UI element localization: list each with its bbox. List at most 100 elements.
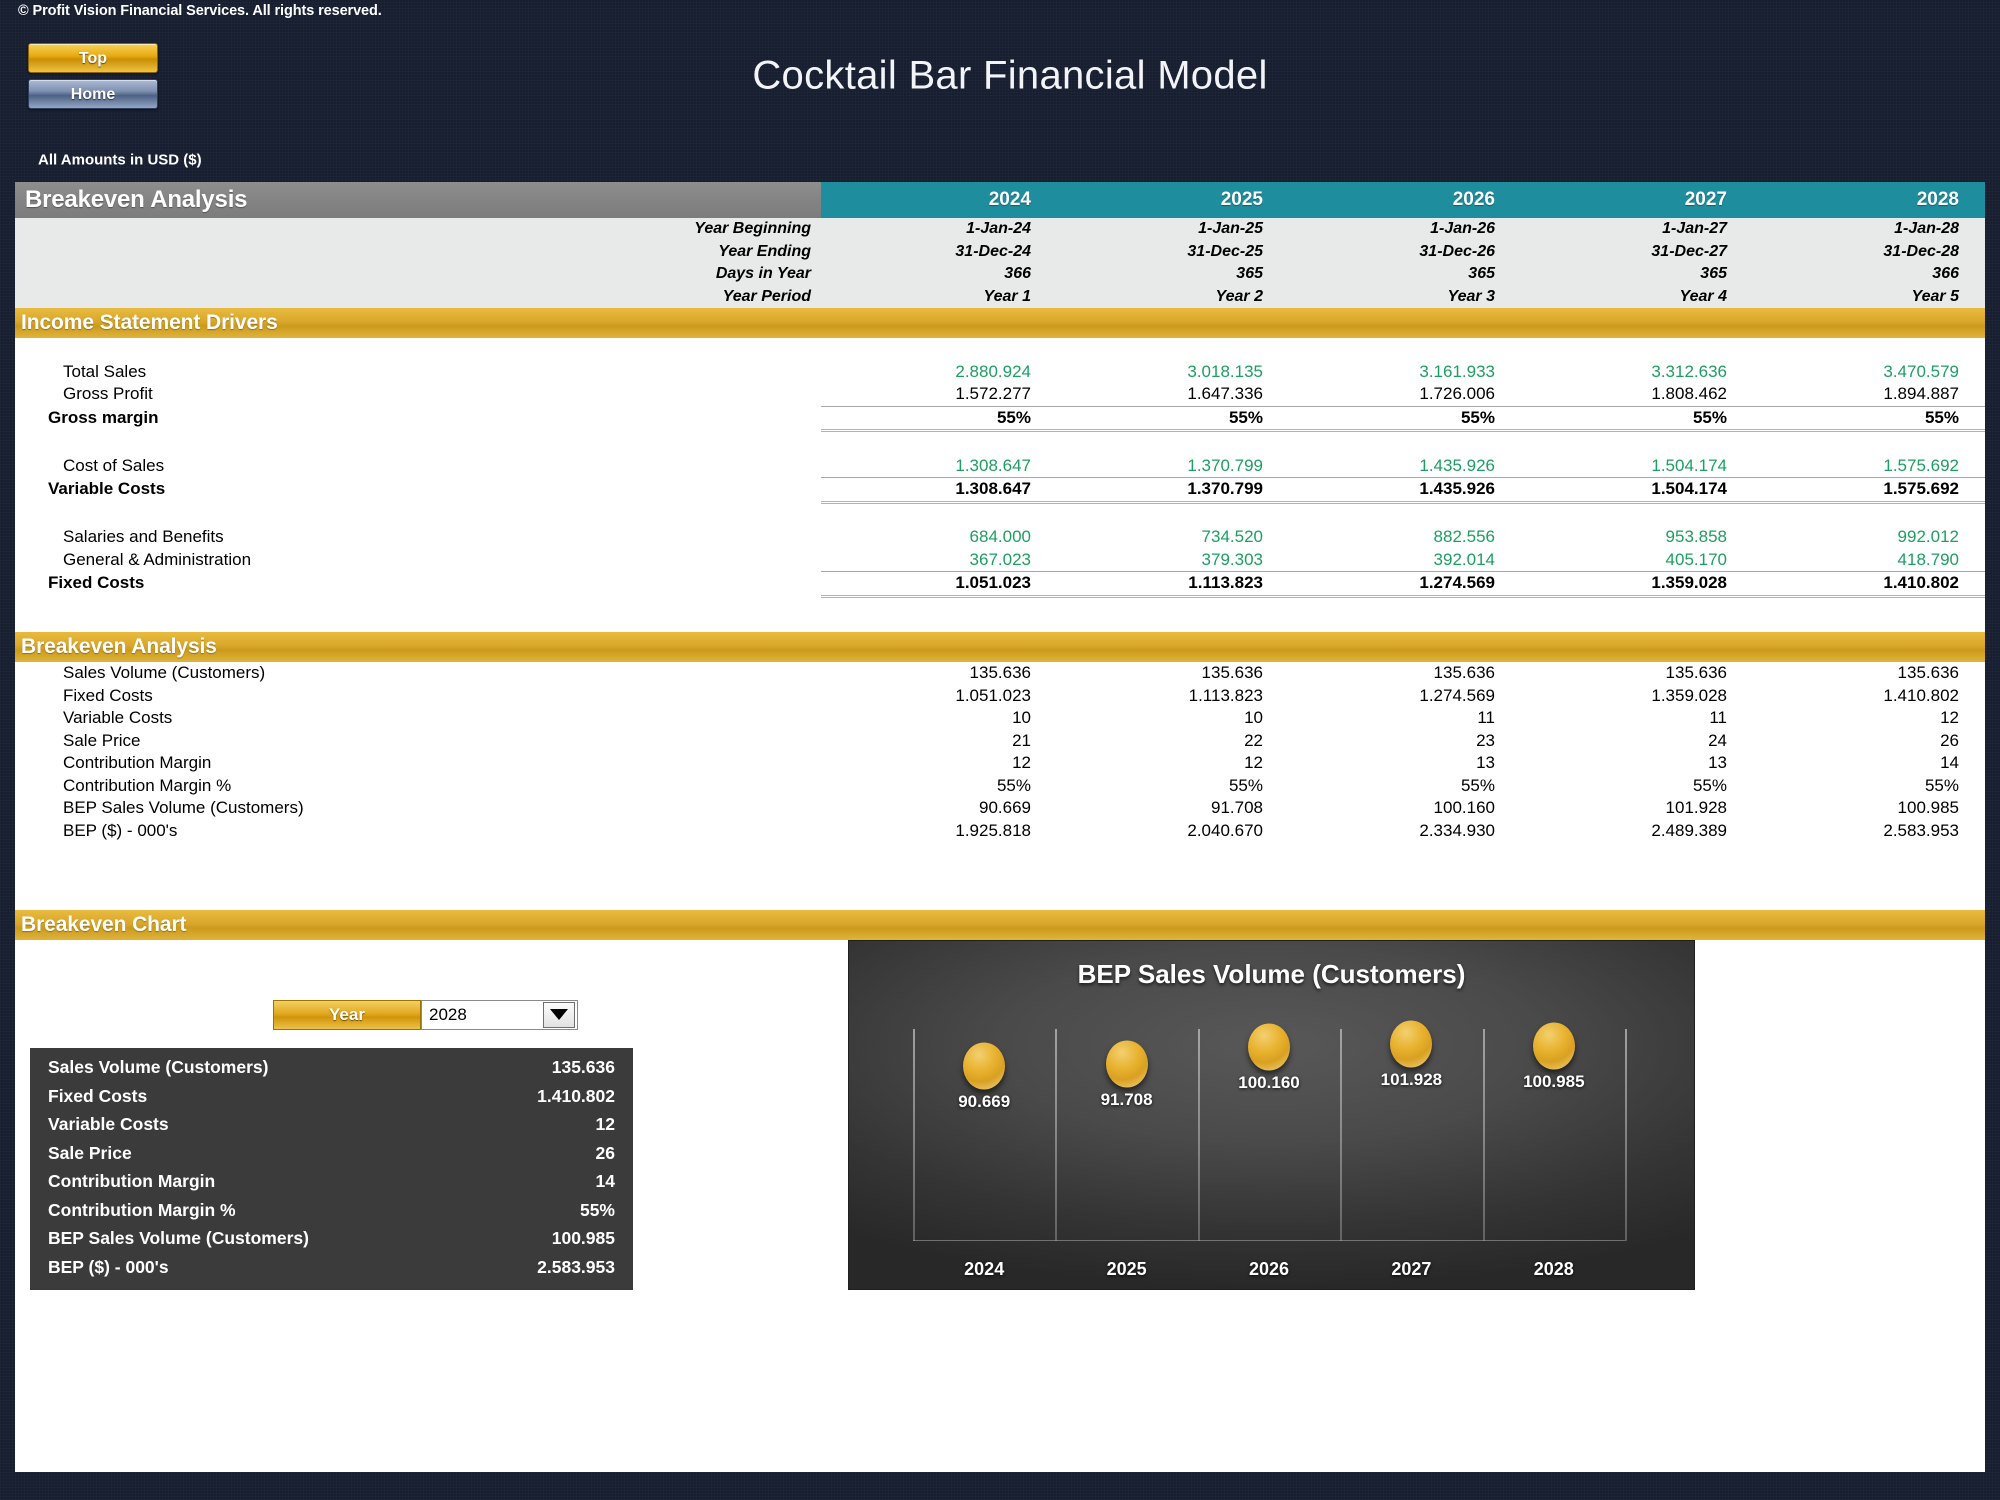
chart-data-label: 101.928 [1380,1069,1443,1089]
row-label: Variable Costs [63,708,173,728]
top-button[interactable]: Top [28,43,158,73]
summary-row-contribution-margin-pct: Contribution Margin % 55% [30,1196,633,1225]
summary-row-sales-volume: Sales Volume (Customers) 135.636 [30,1054,633,1083]
row-salaries-and-benefits: Salaries and Benefits 684.000 734.520 88… [15,526,1985,549]
cell: 3.312.636 [1651,361,1727,381]
chart-bubble[interactable] [1532,1022,1575,1070]
cell: 1.370.799 [1187,455,1263,475]
chart-data-label: 91.708 [1100,1089,1153,1109]
cell: 1.051.023 [955,573,1031,592]
chart-bubble[interactable] [963,1042,1006,1090]
cell: 1.726.006 [1419,384,1495,403]
section-header-breakeven-analysis: Breakeven Analysis [15,632,1985,662]
cell: 55% [1460,775,1495,795]
worksheet: Breakeven Analysis 2024 2025 2026 2027 2… [15,182,1985,1472]
home-button[interactable]: Home [28,79,158,109]
summary-row-bep-dollars: BEP ($) - 000's 2.583.953 [30,1253,633,1282]
period-block: Year Beginning 1-Jan-24 1-Jan-25 1-Jan-2… [15,218,1985,308]
row-be-variable-costs: Variable Costs 10 10 11 11 12 [15,707,1985,730]
row-label: Gross Profit [63,384,153,404]
year-label-button[interactable]: Year [273,999,421,1030]
summary-value: 12 [595,1114,615,1135]
year-header-2025: 2025 [1220,189,1263,210]
cell: 1.808.462 [1651,384,1727,403]
cell: 100.985 [1897,798,1959,817]
cell: 2.040.670 [1187,820,1263,840]
blank-row [15,598,1985,621]
row-label: Gross margin [48,407,159,427]
cell: 1.410.802 [1883,573,1959,592]
chart-bubble[interactable] [1390,1020,1433,1068]
cell: 1.572.277 [955,384,1031,403]
cell: 367.023 [969,549,1031,569]
copyright-notice: © Profit Vision Financial Services. All … [18,3,382,19]
row-contribution-margin: Contribution Margin 12 12 13 13 14 [15,752,1985,775]
cell: 90.669 [979,798,1031,817]
cell: 12 [1012,753,1031,772]
blank-row [15,338,1985,361]
breakeven-header-row: Breakeven Analysis 2024 2025 2026 2027 2… [15,182,1985,218]
chart-gridline [1625,1028,1627,1241]
cell: 23 [1476,730,1495,750]
row-bep-dollars: BEP ($) - 000's 1.925.818 2.040.670 2.33… [15,820,1985,843]
cell: 1-Jan-27 [1662,220,1727,238]
cell: 365 [1700,265,1727,283]
summary-label: Contribution Margin [48,1171,216,1192]
chart-bubble[interactable] [1248,1023,1290,1071]
chart-x-tick-label: 2024 [964,1258,1005,1279]
summary-value: 26 [595,1142,615,1163]
summary-value: 2.583.953 [537,1256,615,1277]
cell: 14 [1940,753,1959,772]
year-header-2024: 2024 [988,189,1031,210]
row-label: Sales Volume (Customers) [63,663,266,683]
currency-note: All Amounts in USD ($) [38,151,202,169]
row-label: Year Period [722,287,811,305]
row-contribution-margin-pct: Contribution Margin % 55% 55% 55% 55% 55… [15,775,1985,798]
row-label: General & Administration [63,549,252,569]
year-select-dropdown[interactable]: 2028 [421,999,578,1030]
cell: 1.113.823 [1188,685,1263,705]
page-title: Cocktail Bar Financial Model [752,53,1268,98]
cell: 11 [1709,708,1727,727]
cell: 1.504.174 [1651,455,1727,475]
summary-label: Fixed Costs [48,1085,148,1106]
row-label: Fixed Costs [63,685,153,705]
row-label: Cost of Sales [63,455,165,475]
summary-row-sale-price: Sale Price 26 [30,1139,633,1168]
row-fixed-costs: Fixed Costs 1.051.023 1.113.823 1.274.56… [15,572,1985,595]
cell: 135.636 [1433,663,1495,682]
cell: 55% [1460,407,1495,427]
row-label: BEP ($) - 000's [63,820,178,840]
chart-gridline [1055,1028,1058,1241]
chevron-down-icon[interactable] [543,1001,575,1028]
cell: 11 [1477,708,1495,727]
chart-gridline [1197,1028,1200,1241]
cell: 22 [1244,730,1263,750]
row-year-ending: Year Ending 31-Dec-24 31-Dec-25 31-Dec-2… [15,241,1985,264]
cell: 366 [1004,265,1031,283]
row-label: Contribution Margin % [63,775,232,795]
summary-value: 1.410.802 [537,1085,615,1106]
summary-value: 55% [579,1199,615,1220]
summary-value: 14 [595,1171,615,1192]
cell: 1.051.023 [955,685,1031,705]
cell: 24 [1708,730,1727,750]
summary-row-variable-costs: Variable Costs 12 [30,1111,633,1140]
cell: 2.489.389 [1651,820,1727,840]
row-sales-volume: Sales Volume (Customers) 135.636 135.636… [15,662,1985,685]
cell: 365 [1468,265,1495,283]
cell: 1.274.569 [1419,685,1495,705]
cell: Year 2 [1215,287,1263,305]
cell: 2.880.924 [955,361,1031,381]
summary-label: Contribution Margin % [48,1199,236,1220]
row-bep-sales-volume: BEP Sales Volume (Customers) 90.669 91.7… [15,797,1985,820]
cell: 392.014 [1433,549,1495,569]
cell: 684.000 [969,527,1031,546]
cell: Year 1 [983,287,1031,305]
chart-gridline [913,1028,915,1241]
cell: 91.708 [1211,798,1263,817]
row-be-fixed-costs: Fixed Costs 1.051.023 1.113.823 1.274.56… [15,685,1985,708]
chart-bubble[interactable] [1105,1040,1148,1088]
cell: 365 [1236,265,1263,283]
cell: 379.303 [1201,549,1263,569]
